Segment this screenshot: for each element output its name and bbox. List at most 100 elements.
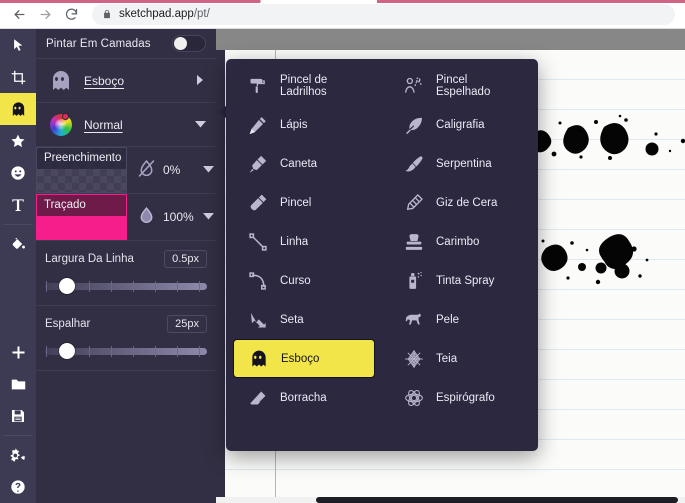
menu-item-brush[interactable]: Pincel (233, 183, 375, 222)
chevron-down-icon[interactable] (203, 212, 214, 222)
blend-mode-selector[interactable]: Normal (36, 103, 216, 147)
spider-web-icon (399, 349, 429, 369)
spirograph-icon (399, 388, 429, 408)
menu-label: Borracha (280, 391, 327, 404)
menu-label: Teia (436, 352, 458, 365)
chevron-down-icon[interactable] (195, 120, 206, 130)
color-wheel-icon (44, 112, 78, 136)
reload-button[interactable] (58, 1, 84, 27)
back-button[interactable] (6, 1, 32, 27)
spread-value[interactable]: 25px (167, 315, 207, 333)
menu-label: Esboço (281, 352, 320, 365)
menu-item-streamer[interactable]: Serpentina (389, 144, 531, 183)
paint-bucket-icon (10, 236, 26, 252)
menu-item-line[interactable]: Linha (233, 222, 375, 261)
menu-label: Serpentina (436, 157, 492, 170)
menu-item-stamp[interactable]: Carimbo (389, 222, 531, 261)
horizontal-scrollbar-thumb[interactable] (316, 497, 678, 503)
menu-label: Espirógrafo (436, 391, 495, 404)
line-width-value[interactable]: 0.5px (164, 250, 207, 268)
line-width-slider[interactable] (45, 278, 207, 294)
tool-rail (0, 29, 36, 503)
menu-item-pen[interactable]: Caneta (233, 144, 375, 183)
paint-in-layers-toggle[interactable] (172, 35, 206, 52)
help-button[interactable] (0, 471, 36, 503)
menu-item-eraser[interactable]: Borracha (233, 378, 375, 417)
menu-item-spirograph[interactable]: Espirógrafo (389, 378, 531, 417)
spread-thumb[interactable] (59, 343, 75, 359)
menu-label: Pincel de Ladrilhos (280, 73, 328, 98)
shape-tool[interactable] (0, 125, 36, 157)
menu-item-calligraphy[interactable]: Caligrafia (389, 105, 531, 144)
arrow-down-right-icon (243, 310, 273, 330)
draw-tool[interactable] (0, 93, 36, 125)
menu-label: Curso (280, 274, 311, 287)
line-segment-icon (243, 232, 273, 252)
fur-animal-icon (399, 310, 429, 330)
browser-toolbar: sketchpad.app/pt/ (0, 0, 685, 29)
droplet-slashed-icon (136, 158, 157, 182)
cursor-arrow-icon (11, 38, 26, 53)
url-path: /pt/ (193, 8, 210, 20)
fill-tool[interactable] (0, 228, 36, 260)
select-tool[interactable] (0, 29, 36, 61)
menu-item-crayon[interactable]: Giz de Cera (389, 183, 531, 222)
properties-panel: Pintar Em Camadas Esboço Normal Preenchi… (36, 29, 216, 503)
active-tool-selector[interactable]: Esboço (36, 59, 216, 103)
question-circle-icon (10, 479, 26, 495)
menu-item-curve[interactable]: Curso (233, 261, 375, 300)
mirror-brush-icon (399, 76, 429, 96)
gears-icon (10, 447, 27, 464)
sticker-tool[interactable] (0, 157, 36, 189)
menu-label: Pele (436, 313, 460, 326)
fill-label: Preenchimento (37, 148, 126, 169)
spread-slider[interactable] (45, 343, 207, 359)
stroke-opacity-control[interactable]: 100% (127, 194, 216, 240)
fill-opacity-value: 0% (163, 163, 181, 177)
app-topbar (216, 29, 685, 50)
paint-roller-icon (243, 76, 273, 96)
menu-label: Giz de Cera (436, 196, 498, 209)
menu-item-arrow[interactable]: Seta (233, 300, 375, 339)
panel-header: Pintar Em Camadas (36, 29, 216, 59)
menu-item-tile-brush[interactable]: Pincel de Ladrilhos (233, 66, 375, 105)
floppy-disk-icon (10, 408, 26, 424)
address-bar[interactable]: sketchpad.app/pt/ (92, 3, 675, 25)
forward-button[interactable] (32, 1, 58, 27)
menu-label: Caligrafia (436, 118, 485, 131)
crayon-icon (399, 193, 429, 213)
curve-path-icon (243, 271, 273, 291)
line-width-thumb[interactable] (59, 278, 75, 294)
folder-icon (10, 376, 27, 393)
spread-header: Espalhar 25px (45, 314, 207, 334)
menu-label: Linha (280, 235, 309, 248)
fill-color-swatch[interactable]: Preenchimento (36, 147, 127, 193)
tab-strip-edge (0, 0, 685, 3)
ghost-icon (244, 349, 274, 369)
chevron-right-icon[interactable] (196, 74, 204, 87)
menu-item-mirror-brush[interactable]: Pincel Espelhado (389, 66, 531, 105)
horizontal-scrollbar[interactable] (216, 497, 685, 503)
brush-menu-left-column: Pincel de Ladrilhos Lápis Caneta Pincel … (226, 66, 382, 444)
streamer-brush-icon (399, 154, 429, 174)
crop-tool[interactable] (0, 61, 36, 93)
new-button[interactable] (0, 336, 36, 368)
spray-can-icon (399, 271, 429, 291)
menu-label: Pincel (280, 196, 312, 209)
settings-button[interactable] (0, 439, 36, 471)
menu-item-sketch[interactable]: Esboço (233, 339, 375, 378)
save-button[interactable] (0, 400, 36, 432)
menu-item-fur[interactable]: Pele (389, 300, 531, 339)
menu-item-web[interactable]: Teia (389, 339, 531, 378)
active-tool-label: Esboço (84, 73, 125, 88)
rail-divider (3, 224, 33, 225)
spread-control: Espalhar 25px (36, 306, 216, 371)
pen-nib-icon (243, 154, 273, 174)
menu-item-pencil[interactable]: Lápis (233, 105, 375, 144)
menu-item-spray-paint[interactable]: Tinta Spray (389, 261, 531, 300)
open-button[interactable] (0, 368, 36, 400)
chevron-down-icon[interactable] (203, 165, 214, 175)
text-tool[interactable] (0, 189, 36, 221)
fill-opacity-control[interactable]: 0% (127, 147, 216, 193)
stroke-color-swatch[interactable]: Traçado (36, 194, 127, 240)
